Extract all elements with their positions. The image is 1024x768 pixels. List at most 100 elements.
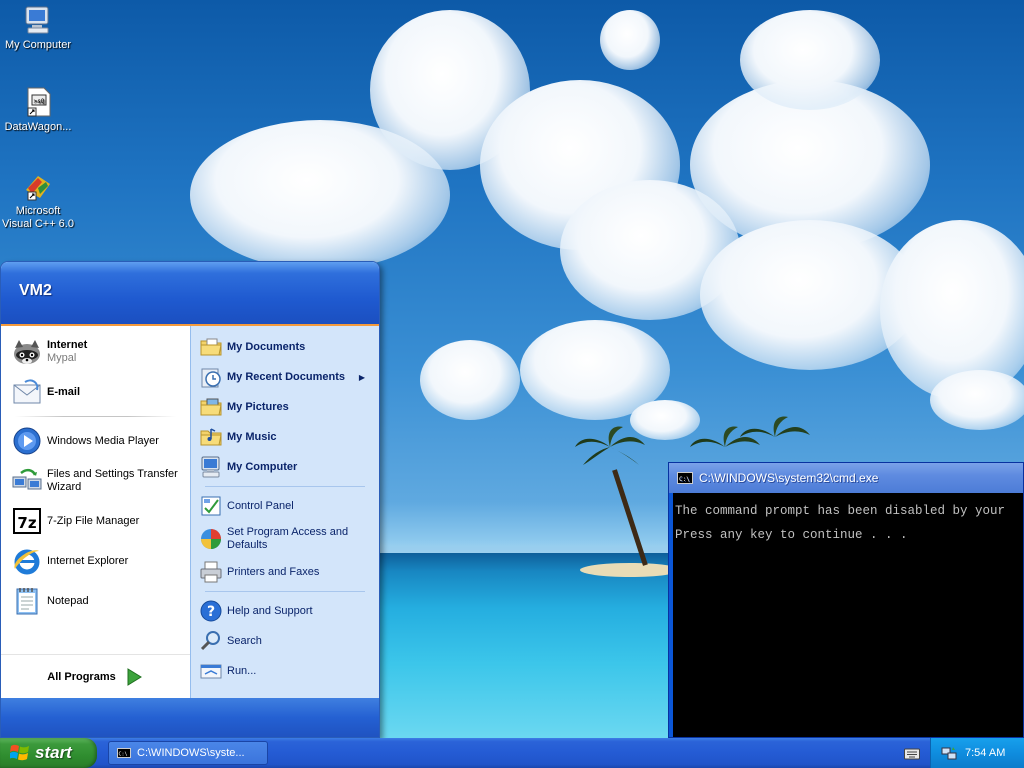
- desktop-icon-visual-cpp[interactable]: Microsoft Visual C++ 6.0: [0, 170, 76, 231]
- search-icon: [200, 631, 220, 651]
- menu-item-label: My Recent Documents: [227, 370, 345, 383]
- console-icon: C:\: [677, 472, 693, 484]
- menu-item-program-access-defaults[interactable]: Set Program Access and Defaults: [195, 521, 375, 557]
- menu-item-my-pictures[interactable]: My Pictures: [195, 392, 375, 422]
- menu-item-label: Control Panel: [227, 499, 294, 512]
- 7zip-icon: 7z: [13, 508, 41, 534]
- shortcut-file-icon: >sQ: [27, 87, 51, 117]
- cmd-line: Press any key to continue . . .: [675, 528, 908, 542]
- menu-item-transfer-wizard[interactable]: Files and Settings Transfer Wizard: [7, 461, 184, 501]
- menu-item-my-computer[interactable]: My Computer: [195, 452, 375, 482]
- recent-documents-icon: [201, 368, 221, 388]
- taskbar-button-cmd[interactable]: C:\ C:\WINDOWS\syste...: [108, 741, 268, 765]
- desktop-icon-label: DataWagon...: [4, 121, 72, 133]
- menu-item-label: Search: [227, 634, 262, 647]
- menu-item-run[interactable]: Run...: [195, 656, 375, 686]
- cmd-line: The command prompt has been disabled by …: [675, 504, 1006, 518]
- svg-text:C:\: C:\: [679, 476, 690, 483]
- desktop-icon-label: Microsoft Visual C++ 6.0: [2, 205, 74, 230]
- visual-studio-icon: [26, 176, 50, 201]
- separator: [205, 486, 365, 487]
- menu-item-label: My Computer: [227, 460, 298, 473]
- folder-pictures-icon: [200, 398, 222, 416]
- user-name: VM2: [19, 282, 52, 299]
- menu-item-my-documents[interactable]: My Documents: [195, 332, 375, 362]
- folder-music-icon: [200, 428, 222, 446]
- menu-item-label: My Pictures: [227, 400, 289, 413]
- menu-item-label: 7-Zip File Manager: [47, 514, 140, 527]
- all-programs-button[interactable]: All Programs: [1, 654, 190, 698]
- menu-item-my-recent-documents[interactable]: My Recent Documents ▶: [195, 362, 375, 392]
- menu-item-notepad[interactable]: Notepad: [7, 581, 184, 621]
- menu-item-sublabel: Mypal: [47, 352, 77, 364]
- start-menu-right-pane: My Documents My Recent Documents ▶ My Pi…: [190, 326, 379, 698]
- svg-text:>sQ: >sQ: [34, 98, 45, 105]
- computer-icon: [201, 456, 220, 478]
- run-icon: [200, 664, 222, 679]
- notepad-icon: [16, 588, 38, 615]
- computer-icon: [25, 6, 49, 34]
- menu-item-windows-media-player[interactable]: Windows Media Player: [7, 421, 184, 461]
- control-panel-icon: [201, 496, 221, 516]
- chevron-right-icon: ▶: [358, 372, 365, 382]
- separator: [205, 591, 365, 592]
- mypal-raccoon-icon: [14, 340, 40, 364]
- start-button[interactable]: start: [0, 738, 97, 768]
- cmd-output[interactable]: The command prompt has been disabled by …: [673, 493, 1023, 737]
- start-menu-left-pane: Internet Mypal E-mail Windows Media Play…: [1, 326, 190, 698]
- all-programs-label: All Programs: [47, 670, 116, 683]
- menu-item-label: My Documents: [227, 340, 306, 353]
- menu-item-search[interactable]: Search: [195, 626, 375, 656]
- system-tray: 7:54 AM: [930, 738, 1024, 768]
- start-menu-header: VM2: [1, 262, 379, 326]
- windows-logo-icon: [10, 744, 29, 761]
- printer-icon: [200, 561, 222, 583]
- svg-text:7z: 7z: [17, 514, 36, 532]
- separator: [15, 416, 176, 417]
- green-arrow-icon: [127, 667, 142, 686]
- desktop-icon-datawagon[interactable]: >sQ DataWagon...: [0, 86, 76, 134]
- start-menu-footer: [1, 698, 379, 737]
- menu-item-label: Notepad: [47, 594, 89, 607]
- menu-item-help-support[interactable]: ? Help and Support: [195, 596, 375, 626]
- menu-item-email[interactable]: E-mail: [7, 372, 184, 412]
- menu-item-label: Files and Settings Transfer Wizard: [47, 468, 178, 493]
- svg-text:?: ?: [207, 604, 215, 620]
- cmd-title-bar[interactable]: C:\ C:\WINDOWS\system32\cmd.exe: [669, 463, 1023, 493]
- menu-item-label: My Music: [227, 430, 277, 443]
- menu-item-my-music[interactable]: My Music: [195, 422, 375, 452]
- menu-item-label: Printers and Faxes: [227, 565, 320, 578]
- desktop-icon-my-computer[interactable]: My Computer: [0, 4, 76, 52]
- media-player-icon: [13, 427, 41, 455]
- internet-explorer-icon: [14, 549, 40, 575]
- taskbar: start C:\ C:\WINDOWS\syste... 7:54 AM: [0, 738, 1024, 768]
- clock[interactable]: 7:54 AM: [965, 747, 1005, 759]
- menu-item-label: Windows Media Player: [47, 434, 159, 447]
- keyboard-icon[interactable]: [904, 746, 920, 760]
- menu-item-label: Run...: [227, 664, 257, 677]
- program-defaults-icon: [201, 529, 221, 549]
- network-icon[interactable]: [941, 745, 957, 761]
- menu-item-printers-faxes[interactable]: Printers and Faxes: [195, 557, 375, 587]
- menu-item-internet-explorer[interactable]: Internet Explorer: [7, 541, 184, 581]
- start-menu: VM2 Internet Mypal E-mail Windows Media …: [0, 261, 380, 738]
- menu-item-7zip[interactable]: 7z 7-Zip File Manager: [7, 501, 184, 541]
- menu-item-label: Help and Support: [227, 604, 313, 617]
- cmd-title: C:\WINDOWS\system32\cmd.exe: [699, 471, 879, 485]
- menu-item-label: Internet: [47, 339, 88, 351]
- menu-item-control-panel[interactable]: Control Panel: [195, 491, 375, 521]
- menu-item-label: Internet Explorer: [47, 554, 129, 567]
- cmd-window[interactable]: C:\ C:\WINDOWS\system32\cmd.exe The comm…: [668, 462, 1024, 738]
- desktop-icon-label: My Computer: [4, 39, 72, 51]
- folder-documents-icon: [200, 338, 222, 356]
- menu-item-internet[interactable]: Internet Mypal: [7, 332, 184, 372]
- start-label: start: [35, 743, 72, 762]
- email-icon: [13, 379, 41, 404]
- menu-item-label: E-mail: [47, 385, 81, 398]
- menu-item-label: Set Program Access and Defaults: [227, 526, 349, 551]
- help-icon: ?: [200, 600, 222, 622]
- taskbar-button-label: C:\WINDOWS\syste...: [137, 747, 245, 759]
- svg-text:C:\: C:\: [119, 752, 128, 758]
- console-icon: C:\: [117, 748, 131, 758]
- transfer-wizard-icon: [12, 468, 42, 490]
